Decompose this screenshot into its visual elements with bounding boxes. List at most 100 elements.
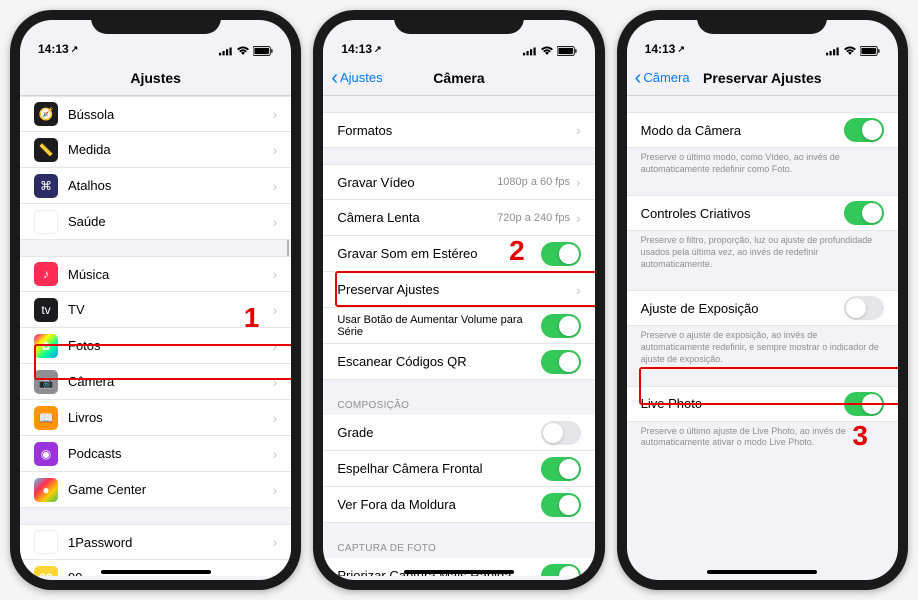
toggle-modo[interactable]: [844, 118, 884, 142]
toggle-espelhar[interactable]: [541, 457, 581, 481]
wifi-icon: [540, 46, 554, 56]
settings-list[interactable]: 🧭Bússola›📏Medida›⌘Atalhos›♥Saúde› ♪Músic…: [20, 96, 291, 576]
row-label: Atalhos: [68, 178, 273, 193]
signal-icon: [826, 46, 840, 56]
back-label: Câmera: [643, 70, 689, 85]
settings-row[interactable]: 📏Medida›: [20, 132, 291, 168]
row-label: Fotos: [68, 338, 273, 353]
back-button[interactable]: ‹ Ajustes: [331, 68, 382, 88]
settings-row[interactable]: ●Game Center›: [20, 472, 291, 508]
camera-settings-list[interactable]: Formatos› Gravar Vídeo1080p a 60 fps › Câ…: [323, 96, 594, 576]
row-label: Grade: [337, 425, 540, 440]
row-label: Usar Botão de Aumentar Volume para Série: [337, 314, 540, 338]
toggle-ver-fora[interactable]: [541, 493, 581, 517]
footer-modo: Preserve o último modo, como Vídeo, ao i…: [627, 148, 898, 179]
app-icon: ⓪: [34, 530, 58, 554]
row-label: Câmera: [68, 374, 273, 389]
chevron-right-icon: ›: [273, 338, 278, 354]
row-label: Controles Criativos: [641, 206, 844, 221]
toggle-controles[interactable]: [844, 201, 884, 225]
preservar-list[interactable]: Modo da Câmera Preserve o último modo, c…: [627, 96, 898, 576]
signal-icon: [523, 46, 537, 56]
row-label: Câmera Lenta: [337, 210, 497, 225]
app-icon: ✿: [34, 334, 58, 358]
toggle-live-photo[interactable]: [844, 392, 884, 416]
row-formatos[interactable]: Formatos›: [323, 112, 594, 148]
app-icon: 📖: [34, 406, 58, 430]
row-preservar-ajustes[interactable]: Preservar Ajustes›: [323, 272, 594, 308]
settings-row[interactable]: ♪Música›: [20, 256, 291, 292]
settings-row[interactable]: 🧭Bússola›: [20, 96, 291, 132]
location-icon: ↗: [374, 44, 382, 55]
status-time: 14:13: [645, 42, 676, 56]
home-indicator[interactable]: [707, 570, 817, 574]
row-label: Medida: [68, 142, 273, 157]
signal-icon: [219, 46, 233, 56]
row-label: Ver Fora da Moldura: [337, 497, 540, 512]
row-label: Live Photo: [641, 396, 844, 411]
toggle-grade[interactable]: [541, 421, 581, 445]
row-label: Bússola: [68, 107, 273, 122]
location-icon: ↗: [71, 44, 79, 55]
home-indicator[interactable]: [101, 570, 211, 574]
row-label: Podcasts: [68, 446, 273, 461]
settings-row[interactable]: ⓪1Password›: [20, 524, 291, 560]
row-modo-camera: Modo da Câmera: [627, 112, 898, 148]
row-label: Modo da Câmera: [641, 123, 844, 138]
toggle-usar-botao[interactable]: [541, 314, 581, 338]
section-header-captura: Captura de Foto: [323, 539, 594, 558]
wifi-icon: [236, 46, 250, 56]
row-espelhar: Espelhar Câmera Frontal: [323, 451, 594, 487]
settings-row[interactable]: tvTV›: [20, 292, 291, 328]
phone-preservar: 14:13 ↗ ‹ Câmera Preservar Ajustes Modo …: [617, 10, 908, 590]
row-detail: 1080p a 60 fps: [497, 176, 570, 188]
app-icon: ●: [34, 478, 58, 502]
row-label: TV: [68, 302, 273, 317]
phone-ajustes: 14:13 ↗ Ajustes 🧭Bússola› 📏 Medida › ⌘ Atalho…: [10, 10, 301, 590]
row-label: Livros: [68, 410, 273, 425]
app-icon: 📏: [34, 138, 58, 162]
notch: [697, 10, 827, 34]
row-camera-lenta[interactable]: Câmera Lenta720p a 240 fps›: [323, 200, 594, 236]
location-icon: ↗: [677, 44, 685, 55]
chevron-right-icon: ›: [576, 282, 581, 298]
battery-icon: [253, 46, 273, 56]
battery-icon: [860, 46, 880, 56]
toggle-gravar-som[interactable]: [541, 242, 581, 266]
row-label: Gravar Vídeo: [337, 175, 497, 190]
chevron-right-icon: ›: [273, 214, 278, 230]
nav-header: ‹ Câmera Preservar Ajustes: [627, 60, 898, 96]
screen: 14:13 ↗ ‹ Câmera Preservar Ajustes Modo …: [627, 20, 898, 580]
nav-header: Ajustes: [20, 60, 291, 96]
back-label: Ajustes: [340, 70, 383, 85]
settings-row[interactable]: 📷Câmera›: [20, 364, 291, 400]
toggle-escanear[interactable]: [541, 350, 581, 374]
toggle-priorizar[interactable]: [541, 564, 581, 577]
row-label: 1Password: [68, 535, 273, 550]
settings-row[interactable]: 📖Livros›: [20, 400, 291, 436]
row-usar-botao: Usar Botão de Aumentar Volume para Série: [323, 308, 594, 344]
settings-row[interactable]: ♥Saúde›: [20, 204, 291, 240]
settings-row[interactable]: ◉Podcasts›: [20, 436, 291, 472]
row-gravar-video[interactable]: Gravar Vídeo1080p a 60 fps ›: [323, 164, 594, 200]
chevron-right-icon: ›: [273, 106, 278, 122]
phone-camera: 14:13 ↗ ‹ Ajustes Câmera Formatos› Grava…: [313, 10, 604, 590]
row-controles-criativos: Controles Criativos: [627, 195, 898, 231]
settings-row[interactable]: ⌘ Atalhos›: [20, 168, 291, 204]
chevron-left-icon: ‹: [635, 68, 642, 88]
row-ver-fora: Ver Fora da Moldura: [323, 487, 594, 523]
row-gravar-som: Gravar Som em Estéreo: [323, 236, 594, 272]
row-label: Música: [68, 267, 273, 282]
status-time: 14:13: [38, 42, 69, 56]
back-button[interactable]: ‹ Câmera: [635, 68, 690, 88]
home-indicator[interactable]: [404, 570, 514, 574]
chevron-right-icon: ›: [576, 174, 581, 190]
section-header-composicao: Composição: [323, 396, 594, 415]
settings-row[interactable]: ✿ Fotos›: [20, 328, 291, 364]
screen: 14:13 ↗ Ajustes 🧭Bússola› 📏 Medida › ⌘ Atalho…: [20, 20, 291, 580]
chevron-right-icon: ›: [273, 178, 278, 194]
footer-controles: Preserve o filtro, proporção, luz ou aju…: [627, 231, 898, 274]
app-icon: ⌘: [34, 174, 58, 198]
notch: [394, 10, 524, 34]
toggle-exposicao[interactable]: [844, 296, 884, 320]
